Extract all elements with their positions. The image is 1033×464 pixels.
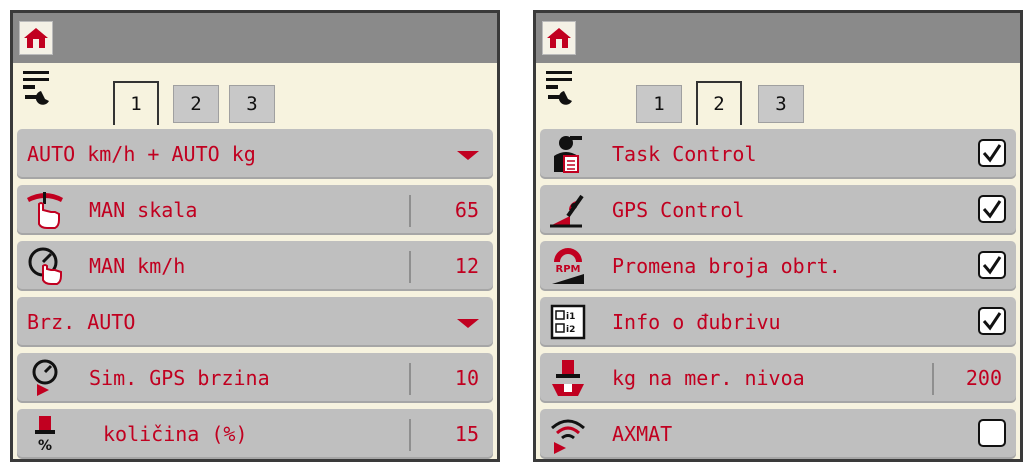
tools-icon	[546, 71, 572, 105]
tools-icon	[23, 71, 49, 105]
svg-text:%: %	[38, 438, 52, 454]
quantity-value: 15	[454, 422, 479, 446]
rpm-change-row[interactable]: RPM Promena broja obrt.	[540, 241, 1016, 291]
axmat-row[interactable]: AXMAT	[540, 409, 1016, 459]
separator	[409, 363, 411, 395]
rpm-change-checkbox[interactable]	[978, 251, 1006, 279]
row-label: Sim. GPS brzina	[89, 366, 270, 390]
level-weight-row[interactable]: kg na mer. nivoa 200	[540, 353, 1016, 403]
home-icon	[24, 28, 48, 48]
title-bar	[536, 13, 1020, 63]
separator	[409, 419, 411, 451]
task-control-checkbox[interactable]	[978, 139, 1006, 167]
speed-source-dropdown[interactable]: AUTO km/h + AUTO kg	[17, 129, 493, 179]
gps-control-icon	[550, 194, 584, 228]
man-speed-row[interactable]: MAN km/h 12	[17, 241, 493, 291]
checkmark-icon	[982, 256, 1002, 275]
man-speed-value: 12	[454, 254, 479, 278]
fertilizer-info-row[interactable]: i1 i2 Info o đubrivu	[540, 297, 1016, 347]
axmat-icon	[551, 419, 585, 454]
svg-text:i2: i2	[566, 325, 575, 335]
row-label: MAN km/h	[89, 254, 186, 278]
row-label: kg na mer. nivoa	[612, 366, 805, 390]
right-screen: 1 2 3 Task Control GPS Control RPM Prome…	[533, 10, 1023, 462]
row-label: količina (%)	[103, 422, 248, 446]
row-label: Brz. AUTO	[27, 310, 136, 334]
left-screen: 1 2 3 AUTO km/h + AUTO kg MAN skala 65 M…	[10, 10, 500, 462]
hand-speedometer-icon	[28, 247, 62, 285]
tab-2[interactable]: 2	[173, 85, 219, 123]
home-button[interactable]	[542, 21, 576, 55]
task-control-row[interactable]: Task Control	[540, 129, 1016, 179]
hand-scale-icon	[27, 192, 63, 229]
separator	[932, 363, 934, 395]
tab-1[interactable]: 1	[636, 85, 682, 123]
row-label: MAN skala	[89, 198, 198, 222]
row-label: GPS Control	[612, 198, 745, 222]
tab-1[interactable]: 1	[113, 81, 159, 125]
row-label: Promena broja obrt.	[612, 254, 841, 278]
checkmark-icon	[982, 312, 1002, 331]
row-label: AUTO km/h + AUTO kg	[27, 142, 256, 166]
tab-3[interactable]: 3	[758, 85, 804, 123]
row-label: Task Control	[612, 142, 757, 166]
svg-text:i1: i1	[566, 312, 575, 322]
tab-2[interactable]: 2	[696, 81, 742, 125]
fertilizer-info-icon: i1 i2	[550, 304, 586, 340]
sim-gps-speed-value: 10	[454, 366, 479, 390]
row-label: AXMAT	[612, 422, 673, 446]
level-weight-icon	[552, 360, 584, 396]
axmat-checkbox[interactable]	[978, 419, 1006, 447]
gps-control-row[interactable]: GPS Control	[540, 185, 1016, 235]
row-label: Info o đubrivu	[612, 310, 781, 334]
tab-3[interactable]: 3	[229, 85, 275, 123]
tab-bar: 1 2 3	[13, 65, 497, 125]
checkmark-icon	[982, 144, 1002, 163]
fertilizer-info-checkbox[interactable]	[978, 307, 1006, 335]
dropdown-arrow-icon	[457, 151, 479, 160]
level-weight-value: 200	[965, 366, 1002, 390]
man-scale-row[interactable]: MAN skala 65	[17, 185, 493, 235]
dropdown-arrow-icon	[457, 319, 479, 328]
separator	[409, 195, 411, 227]
rpm-icon: RPM	[552, 248, 584, 284]
quantity-row[interactable]: % količina (%) 15	[17, 409, 493, 459]
gps-control-checkbox[interactable]	[978, 195, 1006, 223]
sim-gps-speed-row[interactable]: Sim. GPS brzina 10	[17, 353, 493, 403]
home-button[interactable]	[19, 21, 53, 55]
title-bar	[13, 13, 497, 63]
gps-speed-icon	[32, 359, 58, 396]
separator	[409, 251, 411, 283]
task-control-icon	[554, 136, 582, 173]
man-scale-value: 65	[454, 198, 479, 222]
auto-speed-dropdown[interactable]: Brz. AUTO	[17, 297, 493, 347]
checkmark-icon	[982, 200, 1002, 219]
tab-bar: 1 2 3	[536, 65, 1020, 125]
quantity-percent-icon: %	[35, 416, 55, 454]
svg-text:RPM: RPM	[556, 264, 581, 275]
home-icon	[547, 28, 571, 48]
